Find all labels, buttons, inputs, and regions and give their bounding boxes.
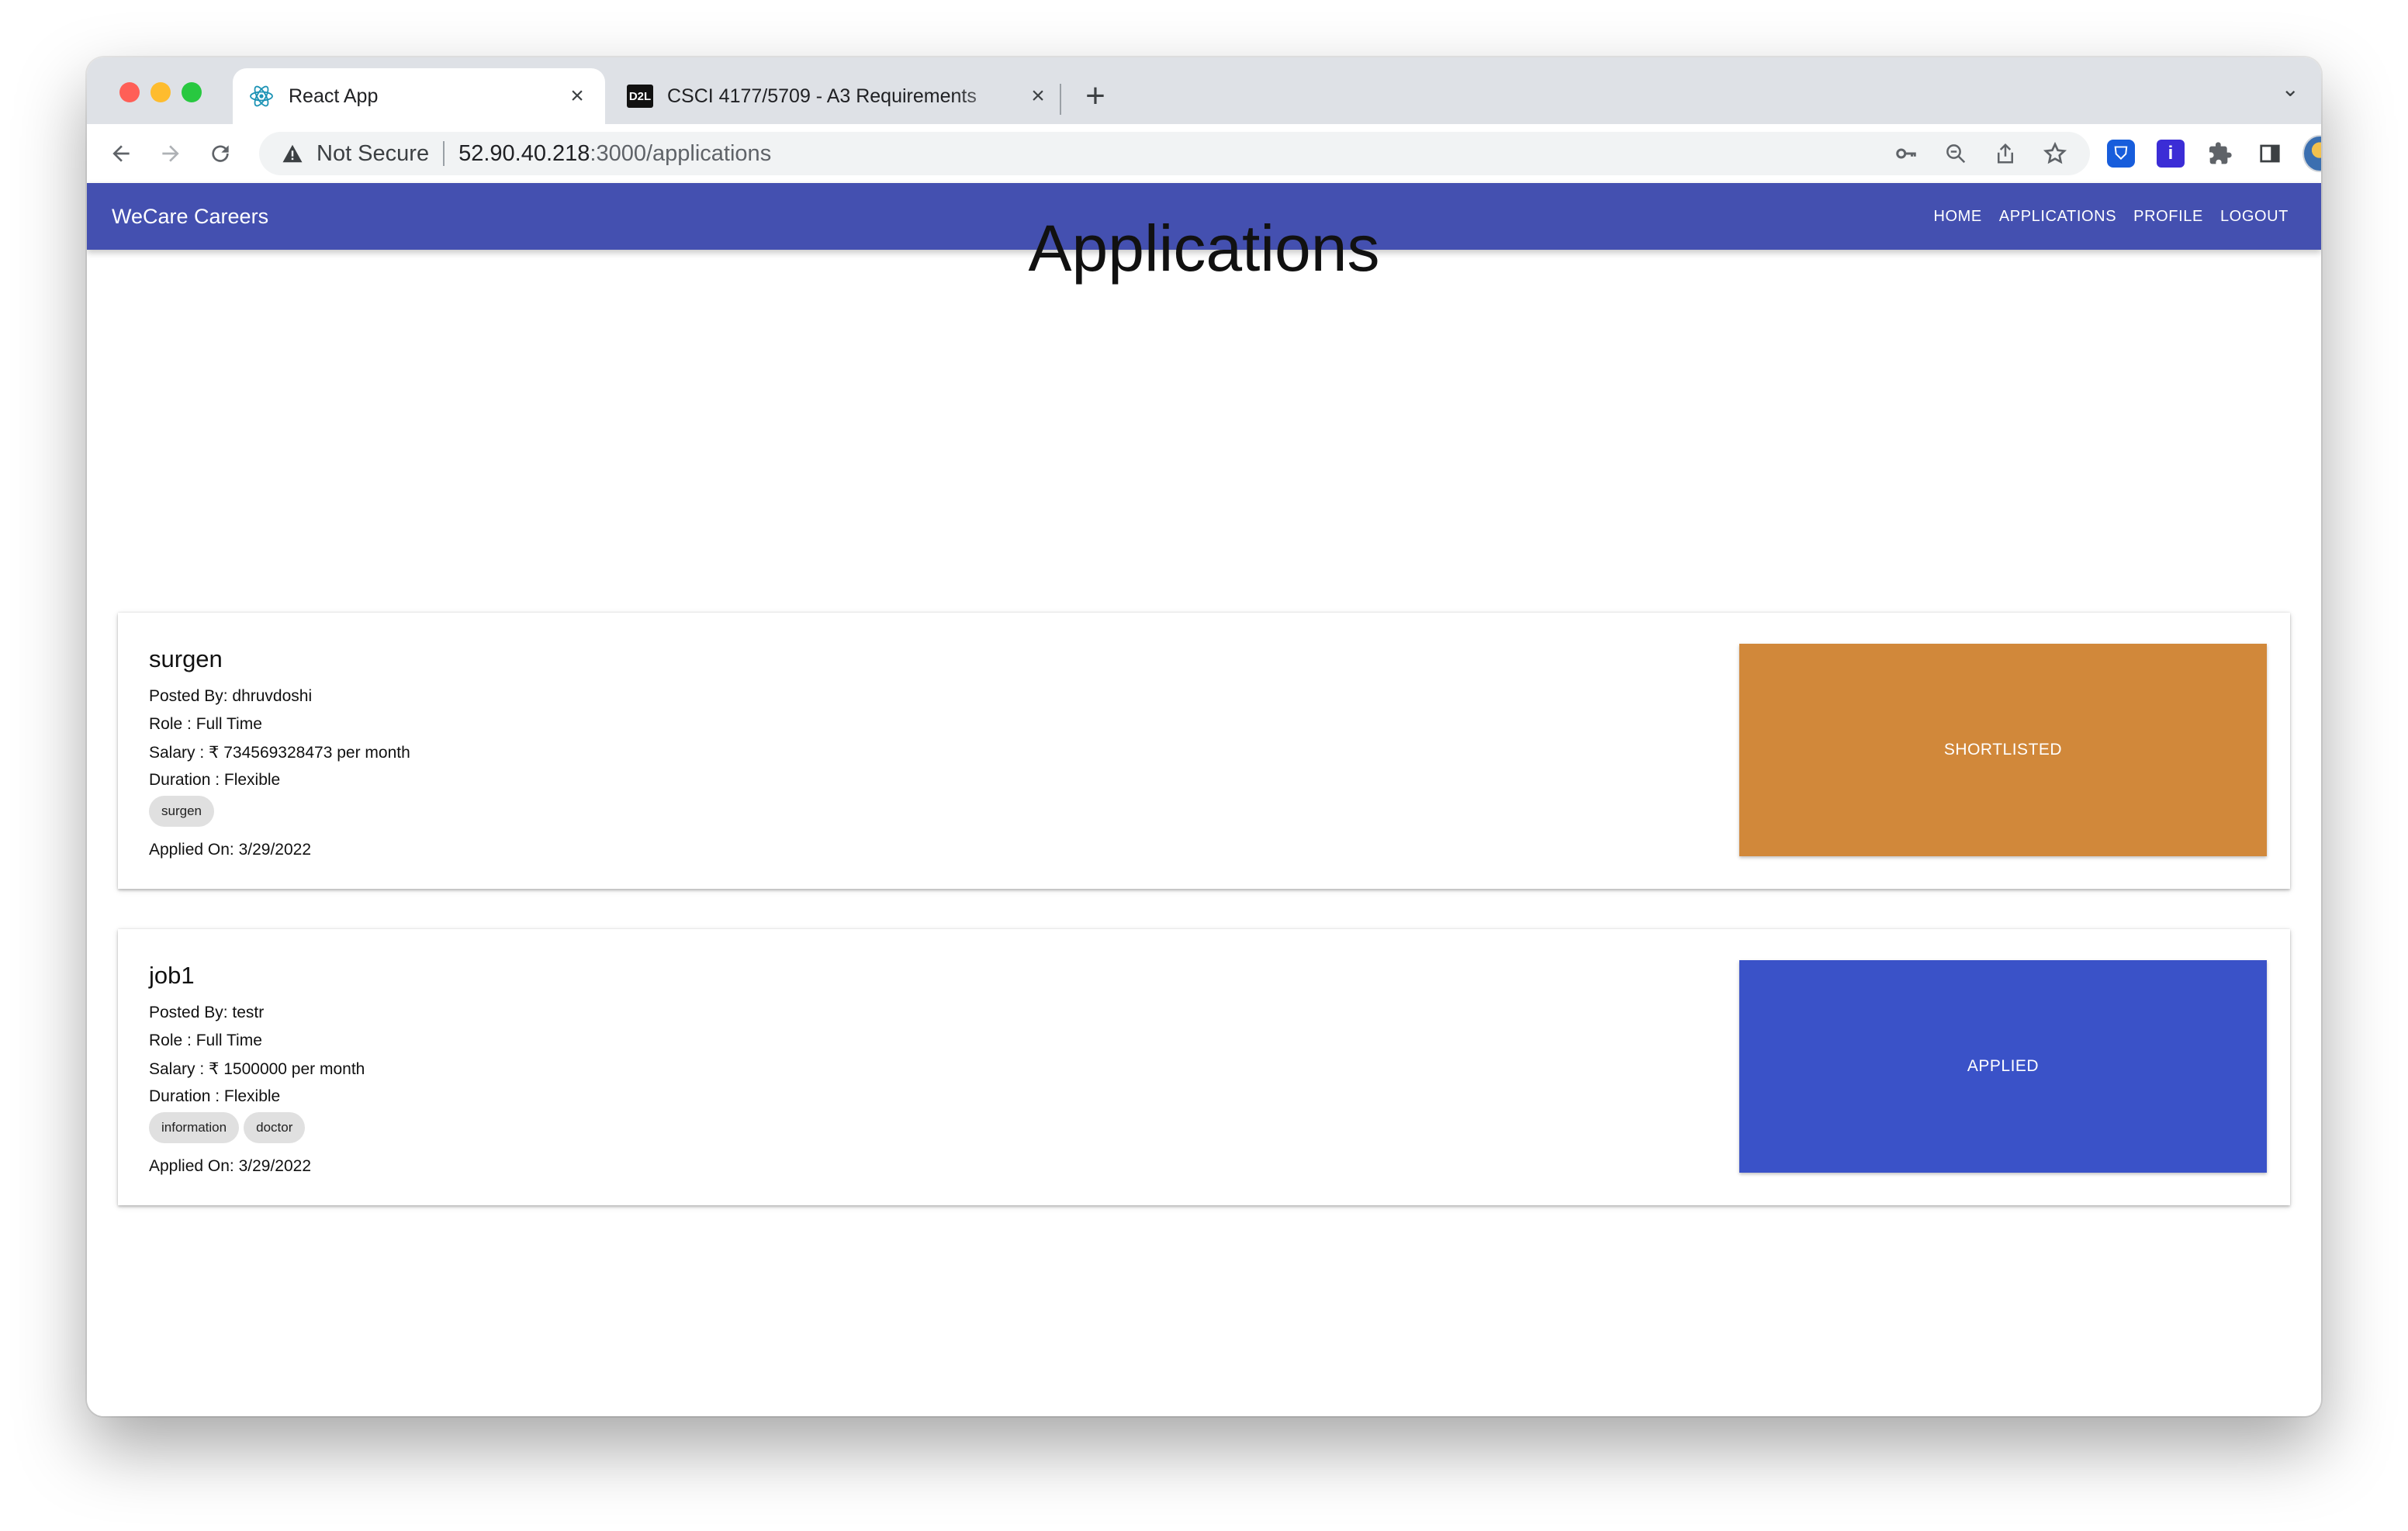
security-label: Not Secure xyxy=(317,140,430,166)
info-extension-icon[interactable]: i xyxy=(2154,137,2188,171)
new-tab-icon[interactable]: + xyxy=(1072,73,1119,119)
address-divider xyxy=(443,141,445,166)
applied-on: Applied On: 3/29/2022 xyxy=(149,841,311,859)
back-arrow-icon[interactable] xyxy=(104,137,138,171)
job-title: surgen xyxy=(149,645,223,672)
extensions-area: ⛉ i ⋮ xyxy=(2104,132,2321,175)
key-icon[interactable] xyxy=(1890,137,1922,170)
close-window-button[interactable] xyxy=(119,82,140,102)
status-badge: APPLIED xyxy=(1739,960,2267,1173)
profile-avatar[interactable] xyxy=(2302,135,2321,172)
tab-react-app[interactable]: React App × xyxy=(233,68,605,124)
tab-close-icon[interactable]: × xyxy=(565,83,590,109)
tab-title: React App xyxy=(289,85,379,107)
bookmark-star-icon[interactable] xyxy=(2039,137,2071,170)
tab-separator xyxy=(1060,84,1061,115)
job-salary: Salary : ₹ 734569328473 per month xyxy=(149,744,410,762)
side-panel-icon[interactable] xyxy=(2253,137,2287,171)
job-salary: Salary : ₹ 1500000 per month xyxy=(149,1060,365,1078)
url-host: 52.90.40.218 xyxy=(458,140,590,166)
application-card: job1 Posted By: testr Role : Full Time S… xyxy=(118,929,2290,1205)
job-role: Role : Full Time xyxy=(149,715,262,733)
tab-d2l[interactable]: D2L CSCI 4177/5709 - A3 Requirements × xyxy=(610,68,1067,124)
job-title: job1 xyxy=(149,962,195,989)
job-role: Role : Full Time xyxy=(149,1032,262,1049)
application-card: surgen Posted By: dhruvdoshi Role : Full… xyxy=(118,613,2290,889)
puzzle-extensions-icon[interactable] xyxy=(2203,137,2237,171)
maximize-window-button[interactable] xyxy=(182,82,202,102)
browser-toolbar: Not Secure 52.90.40.218:3000/application… xyxy=(87,124,2321,185)
minimize-window-button[interactable] xyxy=(150,82,171,102)
tag-list: information doctor xyxy=(149,1112,306,1143)
posted-by: Posted By: dhruvdoshi xyxy=(149,687,313,705)
tag-chip: information xyxy=(149,1112,240,1143)
tab-close-icon[interactable]: × xyxy=(1026,83,1050,109)
status-badge: SHORTLISTED xyxy=(1739,644,2267,856)
tag-chip: doctor xyxy=(244,1112,306,1143)
page-viewport: WeCare Careers HOME APPLICATIONS PROFILE… xyxy=(87,183,2321,1416)
bitwarden-shield-icon[interactable]: ⛉ xyxy=(2104,137,2138,171)
tag-list: surgen xyxy=(149,796,214,827)
react-icon xyxy=(248,83,275,109)
warning-icon xyxy=(282,144,303,163)
page-title: Applications xyxy=(1028,212,1380,285)
reload-icon[interactable] xyxy=(203,137,237,171)
address-bar[interactable]: Not Secure 52.90.40.218:3000/application… xyxy=(259,132,2090,175)
omnibox-actions xyxy=(1890,132,2071,175)
applied-on: Applied On: 3/29/2022 xyxy=(149,1157,311,1175)
d2l-icon: D2L xyxy=(627,85,653,108)
share-icon[interactable] xyxy=(1989,137,2022,170)
job-duration: Duration : Flexible xyxy=(149,1087,281,1105)
zoom-out-icon[interactable] xyxy=(1939,137,1972,170)
posted-by: Posted By: testr xyxy=(149,1004,265,1021)
tab-search-chevron-icon[interactable]: ⌄ xyxy=(2282,76,2299,102)
browser-window: React App × D2L CSCI 4177/5709 - A3 Requ… xyxy=(87,57,2321,1416)
tag-chip: surgen xyxy=(149,796,214,827)
url-path: :3000/applications xyxy=(590,140,772,166)
tab-title: CSCI 4177/5709 - A3 Requirements xyxy=(667,85,977,107)
tab-strip: React App × D2L CSCI 4177/5709 - A3 Requ… xyxy=(87,57,2321,124)
forward-arrow-icon[interactable] xyxy=(154,137,188,171)
job-duration: Duration : Flexible xyxy=(149,771,281,789)
